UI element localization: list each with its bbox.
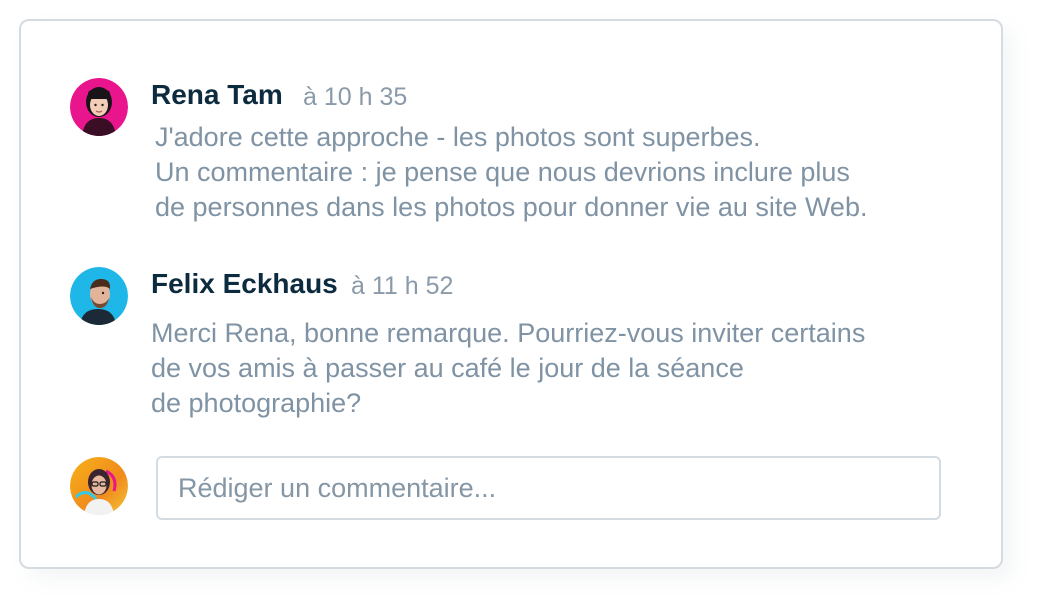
comment-body: Merci Rena, bonne remarque. Pourriez-vou… xyxy=(151,316,865,421)
comment-author[interactable]: Felix Eckhaus xyxy=(151,268,338,300)
comment-line: de photographie? xyxy=(151,388,362,418)
comment-author[interactable]: Rena Tam xyxy=(151,79,283,111)
comment-timestamp: à 11 h 52 xyxy=(351,272,454,300)
comment-line: de vos amis à passer au café le jour de … xyxy=(151,353,744,383)
comment-thread-card: Rena Tam à 10 h 35 J'adore cette approch… xyxy=(19,19,1003,569)
felix-eckhaus-avatar[interactable] xyxy=(70,267,128,325)
rena-tam-avatar[interactable] xyxy=(70,78,128,136)
comment-body: J'adore cette approche - les photos sont… xyxy=(155,120,867,225)
comment-timestamp: à 10 h 35 xyxy=(303,83,408,111)
current-user-avatar xyxy=(70,457,128,515)
comment-line: de personnes dans les photos pour donner… xyxy=(155,192,868,222)
comment-line: J'adore cette approche - les photos sont… xyxy=(155,122,761,152)
comment-input[interactable] xyxy=(156,456,941,520)
comment-line: Merci Rena, bonne remarque. Pourriez-vou… xyxy=(151,318,866,348)
comment-line: Un commentaire : je pense que nous devri… xyxy=(155,157,850,187)
